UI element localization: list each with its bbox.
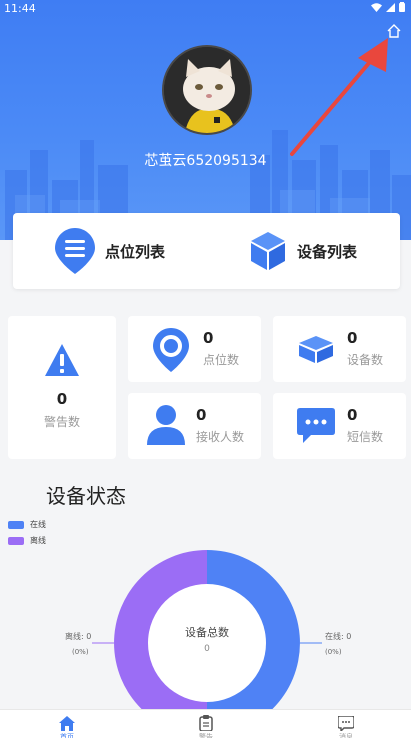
alerts-label: 警告数: [43, 415, 80, 429]
points-stat-card[interactable]: 0 点位数: [128, 316, 261, 382]
device-list-label: 设备列表: [297, 242, 358, 261]
battery-icon: [399, 2, 405, 12]
point-list-label: 点位列表: [105, 242, 166, 261]
points-label: 点位数: [203, 353, 240, 367]
home-tab-icon: [59, 716, 75, 731]
device-status-title: 设备状态: [46, 484, 126, 508]
status-time: 11:44: [4, 2, 36, 15]
tab-alerts[interactable]: 警告: [176, 710, 236, 738]
status-bar: 11:44: [0, 0, 411, 18]
receivers-label: 接收人数: [196, 430, 245, 444]
chat-bubble-icon: [297, 408, 335, 443]
bottom-tab-bar: 首页 警告 消息: [0, 709, 411, 738]
chart-center-value: 0: [204, 644, 210, 654]
annotation-arrow: [290, 38, 388, 156]
status-icons: [371, 2, 405, 12]
profile-header: 11:44 芯茧云652095134: [0, 0, 411, 240]
points-count: 0: [203, 329, 214, 347]
device-box-icon: [299, 336, 333, 363]
avatar[interactable]: [162, 45, 252, 135]
device-status-chart: 设备总数 0 在线: 0 (0%) 离线: 0 (0%): [0, 540, 411, 712]
tab-home[interactable]: 首页: [37, 710, 97, 738]
alerts-stat-card[interactable]: 0 警告数: [8, 316, 116, 459]
wifi-icon: [371, 2, 382, 12]
receivers-stat-card[interactable]: 0 接收人数: [128, 393, 261, 459]
chart-center-title: 设备总数: [185, 626, 229, 639]
username: 芯茧云652095134: [144, 153, 267, 169]
online-callout-percent: (0%): [325, 648, 342, 656]
offline-callout-label: 离线: 0: [65, 632, 92, 641]
clipboard-tab-icon: [199, 715, 213, 731]
warning-icon: [45, 344, 79, 376]
user-icon: [147, 405, 185, 445]
receivers-count: 0: [196, 406, 207, 424]
sms-stat-card[interactable]: 0 短信数: [273, 393, 406, 459]
location-pin-icon: [153, 328, 189, 372]
online-swatch: [8, 520, 24, 529]
message-tab-icon: [338, 716, 354, 731]
devices-count: 0: [347, 329, 358, 347]
cube-icon: [251, 232, 285, 270]
alerts-count: 0: [56, 390, 68, 408]
point-list-button[interactable]: 点位列表: [55, 213, 165, 289]
tab-messages-label: 消息: [339, 733, 353, 738]
offline-callout-percent: (0%): [72, 648, 89, 656]
signal-icon: [386, 2, 395, 12]
sms-label: 短信数: [347, 430, 384, 444]
tab-home-label: 首页: [60, 733, 74, 738]
devices-label: 设备数: [347, 353, 384, 367]
tab-messages[interactable]: 消息: [316, 710, 376, 738]
cat-avatar-image: [164, 47, 250, 133]
sms-count: 0: [347, 406, 358, 424]
quick-nav-card: 点位列表 设备列表: [13, 213, 400, 289]
tab-alerts-label: 警告: [199, 733, 213, 738]
legend-item-online[interactable]: 在线: [8, 519, 46, 530]
online-callout-label: 在线: 0: [325, 632, 352, 641]
legend-online-label: 在线: [30, 520, 46, 529]
device-list-button[interactable]: 设备列表: [249, 213, 357, 289]
devices-stat-card[interactable]: 0 设备数: [273, 316, 406, 382]
list-icon: [55, 228, 95, 274]
